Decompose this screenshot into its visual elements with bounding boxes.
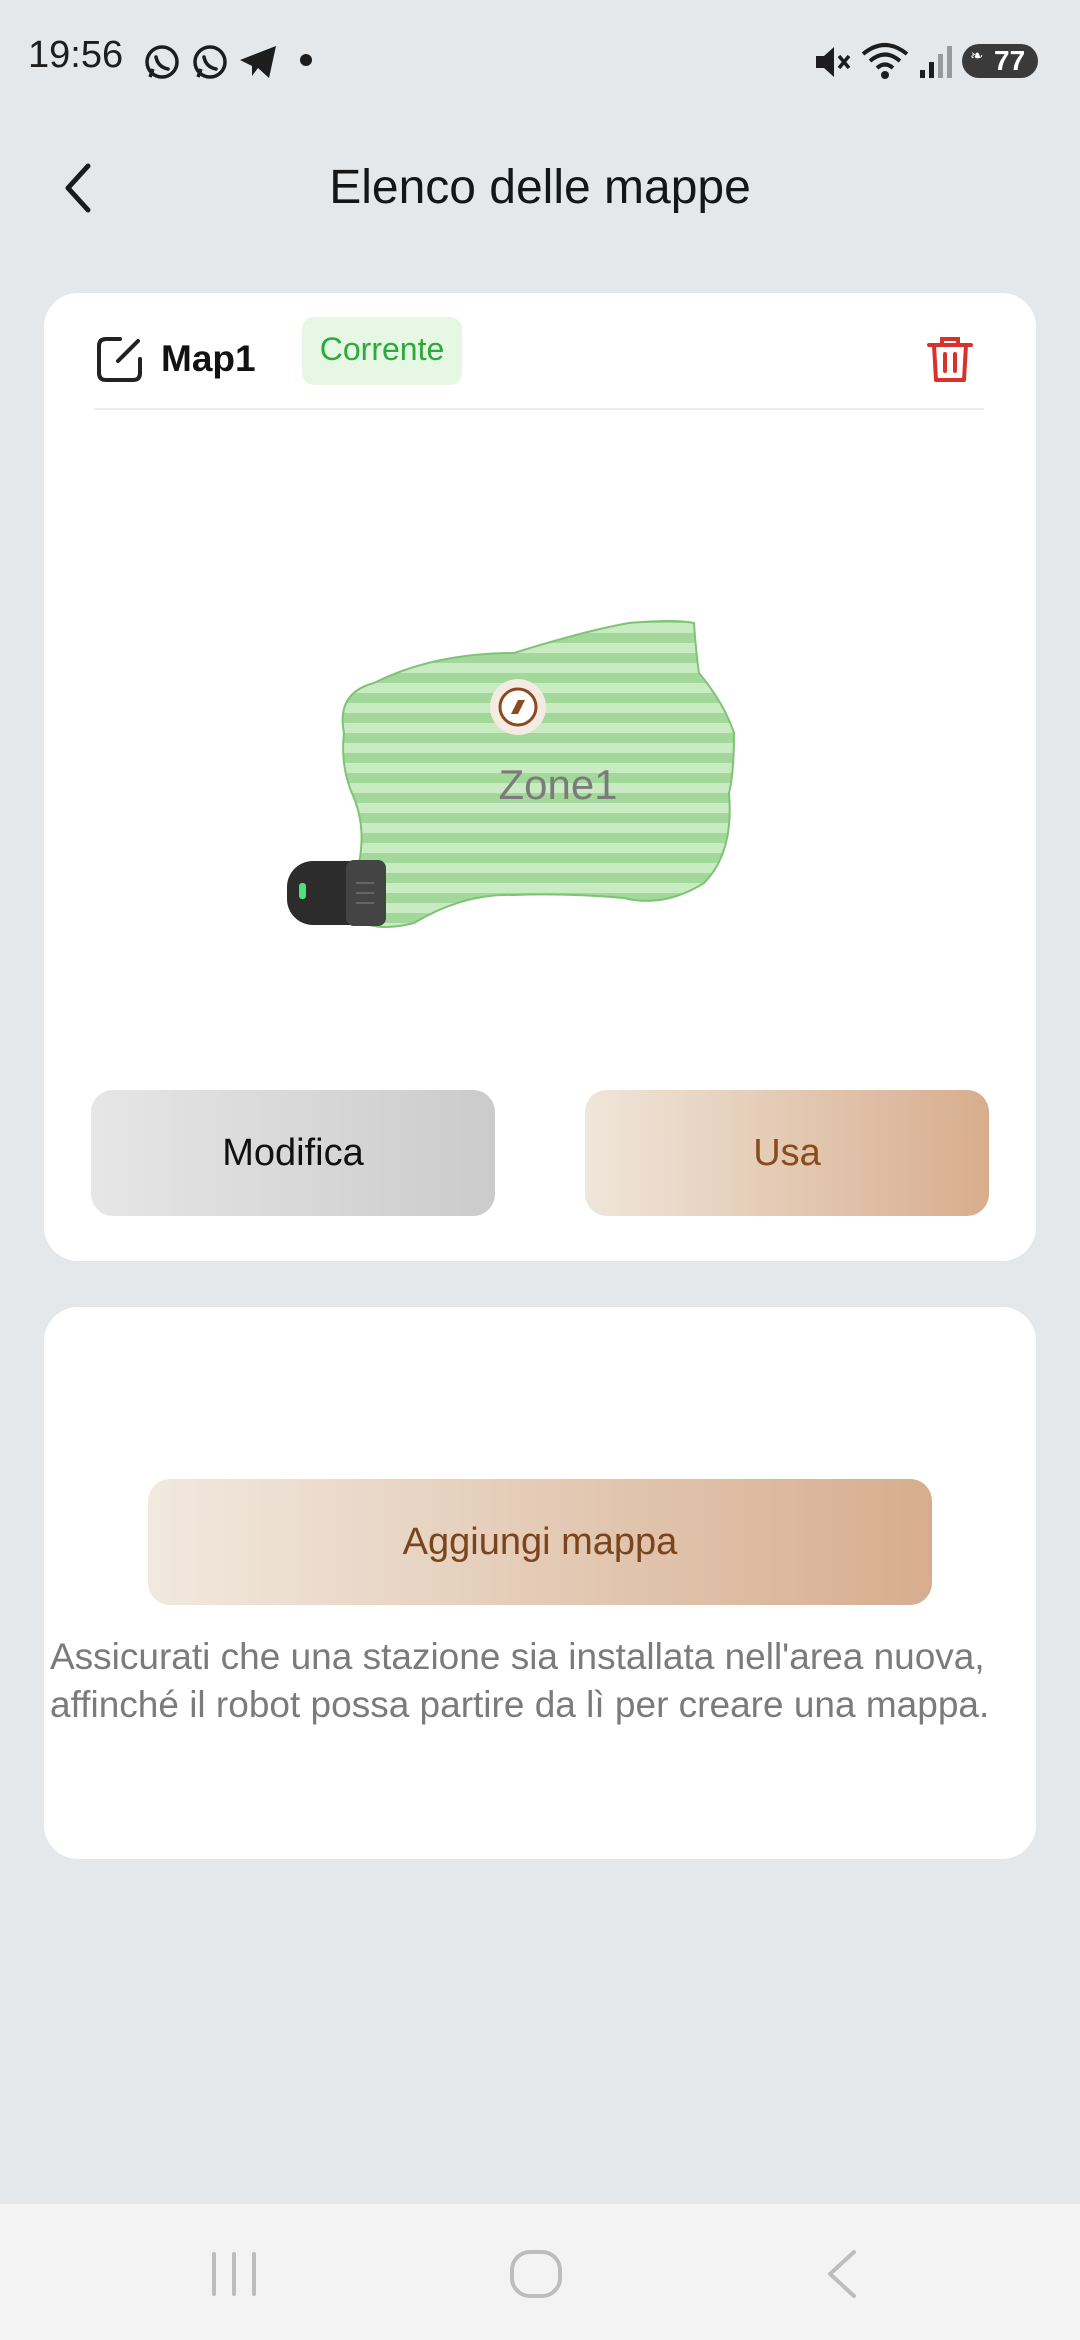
mute-icon — [816, 47, 851, 77]
recent-apps-icon[interactable] — [206, 2250, 262, 2298]
use-map-button[interactable]: Usa — [585, 1090, 989, 1216]
dot-icon — [300, 54, 312, 66]
add-map-button[interactable]: Aggiungi mappa — [148, 1479, 932, 1605]
zone-label: Zone1 — [498, 761, 617, 808]
add-map-note: Assicurati che una stazione sia installa… — [50, 1636, 990, 1725]
zone-compass-icon — [490, 679, 546, 735]
page-title: Elenco delle mappe — [329, 161, 751, 214]
telegram-icon — [240, 46, 276, 78]
edit-map-button[interactable]: Modifica — [91, 1090, 495, 1216]
charging-leaf-icon: ❧ — [970, 48, 984, 65]
signal-icon — [920, 46, 952, 78]
home-icon[interactable] — [508, 2246, 564, 2302]
wifi-icon — [861, 43, 909, 79]
battery-level: 77 — [994, 45, 1026, 76]
whatsapp-icon — [193, 45, 227, 79]
charging-station-icon — [287, 860, 386, 926]
map-preview[interactable]: Zone1 — [44, 293, 1036, 1013]
whatsapp-icon — [145, 45, 179, 79]
back-nav-icon[interactable] — [816, 2246, 868, 2302]
map-card: Map1 Corrente Zone1 Modifica Usa — [44, 293, 1036, 1261]
add-map-card: Aggiungi mappa Assicurati che una stazio… — [44, 1307, 1036, 1859]
status-bar: 19:56 ❧ 77 — [0, 0, 1080, 120]
status-time: 19:56 — [28, 34, 124, 76]
system-nav-bar — [0, 2204, 1080, 2340]
battery-icon: ❧ 77 — [962, 44, 1038, 78]
